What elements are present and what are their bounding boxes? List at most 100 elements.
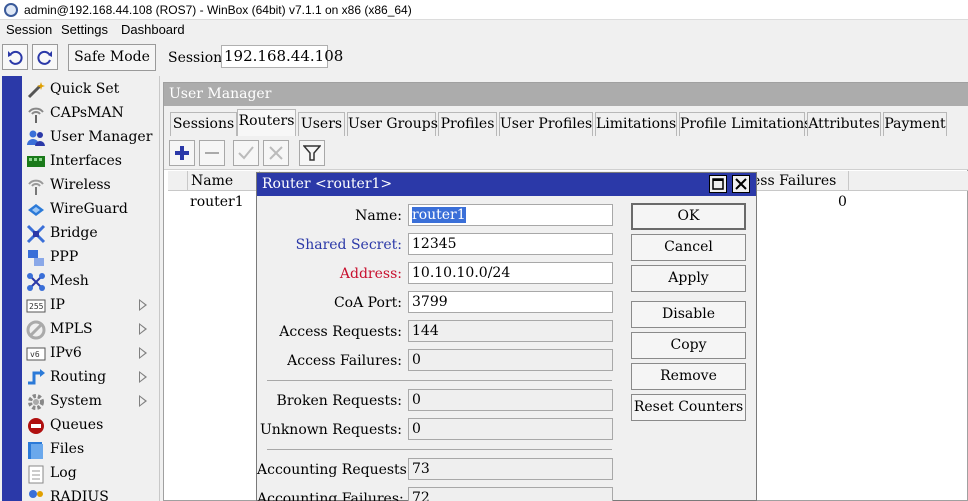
column-name[interactable]: Name bbox=[188, 171, 260, 191]
files-icon bbox=[28, 442, 43, 459]
sidebar-item-files[interactable]: Files bbox=[22, 438, 160, 462]
close-icon bbox=[735, 178, 747, 190]
name-label: Name: bbox=[355, 208, 402, 224]
mpls-icon bbox=[26, 320, 46, 340]
sidebar-item-interfaces[interactable]: Interfaces bbox=[22, 150, 160, 174]
tab-user-profiles[interactable]: User Profiles bbox=[499, 112, 593, 136]
sidebar-item-user-manager[interactable]: User Manager bbox=[22, 126, 160, 150]
sidebar-item-capsman[interactable]: CAPsMAN bbox=[22, 102, 160, 126]
apply-button[interactable]: Apply bbox=[631, 265, 746, 292]
submenu-arrow-icon bbox=[139, 323, 147, 335]
disable-button[interactable] bbox=[263, 140, 289, 166]
cancel-button[interactable]: Cancel bbox=[631, 234, 746, 261]
separator bbox=[267, 380, 612, 381]
copy-button[interactable]: Copy bbox=[631, 332, 746, 359]
maximize-button[interactable] bbox=[709, 175, 727, 193]
sidebar-menu: Quick Set CAPsMAN User Manager Interface… bbox=[22, 76, 160, 501]
sidebar-item-bridge[interactable]: Bridge bbox=[22, 222, 160, 246]
safe-mode-button[interactable]: Safe Mode bbox=[68, 44, 156, 71]
tab-users[interactable]: Users bbox=[298, 112, 345, 136]
menu-session[interactable]: Session bbox=[6, 20, 52, 40]
maximize-icon bbox=[712, 178, 724, 190]
interfaces-icon bbox=[27, 156, 45, 167]
tab-sessions[interactable]: Sessions bbox=[170, 112, 237, 136]
router-dialog: Router <router1> Name: router1 Shared Se… bbox=[256, 172, 757, 501]
remove-button[interactable] bbox=[199, 140, 225, 166]
router-dialog-title: Router <router1> bbox=[257, 173, 756, 196]
close-button[interactable] bbox=[732, 175, 750, 193]
plus-icon bbox=[175, 146, 189, 160]
access-failures-label: Access Failures: bbox=[287, 353, 402, 369]
shared-secret-field[interactable]: 12345 bbox=[408, 233, 613, 255]
sidebar-item-system[interactable]: System bbox=[22, 390, 160, 414]
sidebar-item-mpls[interactable]: MPLS bbox=[22, 318, 160, 342]
accounting-requests-label: Accounting Requests: bbox=[257, 462, 412, 478]
wireguard-icon bbox=[28, 204, 44, 216]
menu-settings[interactable]: Settings bbox=[61, 20, 108, 40]
sidebar-item-queues[interactable]: Queues bbox=[22, 414, 160, 438]
tab-limitations[interactable]: Limitations bbox=[595, 112, 677, 136]
sidebar-item-routing[interactable]: Routing bbox=[22, 366, 160, 390]
access-requests-value: 144 bbox=[408, 320, 613, 342]
sidebar-item-ipv6[interactable]: v6 IPv6 bbox=[22, 342, 160, 366]
sidebar-item-wireless[interactable]: Wireless bbox=[22, 174, 160, 198]
filter-button[interactable] bbox=[299, 140, 325, 166]
winbox-vertical-strip bbox=[0, 76, 22, 501]
log-icon bbox=[28, 465, 44, 484]
broken-requests-value: 0 bbox=[408, 389, 613, 411]
sidebar-label: User Manager bbox=[50, 129, 153, 145]
tab-routers[interactable]: Routers bbox=[237, 109, 296, 137]
tab-attributes[interactable]: Attributes bbox=[807, 112, 881, 136]
winbox-app-icon bbox=[4, 3, 18, 17]
user-manager-tabs: Sessions Routers Users User Groups Profi… bbox=[164, 106, 968, 137]
tab-payment[interactable]: Payment bbox=[883, 112, 947, 136]
tab-profile-limitations[interactable]: Profile Limitations bbox=[679, 112, 811, 136]
tab-profiles[interactable]: Profiles bbox=[438, 112, 497, 136]
sidebar-item-log[interactable]: Log bbox=[22, 462, 160, 486]
reset-counters-button[interactable]: Reset Counters bbox=[631, 394, 746, 421]
accounting-failures-label: Accounting Failures: bbox=[257, 491, 404, 501]
wireless-icon bbox=[28, 179, 44, 195]
submenu-arrow-icon bbox=[139, 371, 147, 383]
menu-bar: Session Settings Dashboard bbox=[0, 20, 968, 40]
coa-port-field[interactable]: 3799 bbox=[408, 291, 613, 313]
enable-button[interactable] bbox=[233, 140, 259, 166]
ip-icon: 255 bbox=[26, 299, 46, 313]
name-field[interactable]: router1 bbox=[408, 204, 613, 226]
bridge-icon bbox=[26, 224, 46, 244]
add-button[interactable] bbox=[169, 140, 195, 166]
column-access-failures[interactable]: ess Failures bbox=[749, 171, 849, 191]
sidebar-label: Routing bbox=[50, 369, 107, 385]
unknown-requests-value: 0 bbox=[408, 418, 613, 440]
ok-button[interactable]: OK bbox=[631, 203, 746, 230]
sidebar-label: IPv6 bbox=[50, 345, 82, 361]
capsman-icon bbox=[28, 107, 44, 123]
window-title: admin@192.168.44.108 (ROS7) - WinBox (64… bbox=[24, 3, 412, 17]
access-requests-label: Access Requests: bbox=[279, 324, 402, 340]
accounting-failures-value: 72 bbox=[408, 487, 613, 501]
submenu-arrow-icon bbox=[139, 347, 147, 359]
gear-icon bbox=[28, 394, 44, 410]
sidebar-item-wireguard[interactable]: WireGuard bbox=[22, 198, 160, 222]
sidebar-item-ppp[interactable]: PPP bbox=[22, 246, 160, 270]
accounting-requests-value: 73 bbox=[408, 458, 613, 480]
sidebar-item-quick-set[interactable]: Quick Set bbox=[22, 78, 160, 102]
sidebar-item-mesh[interactable]: Mesh bbox=[22, 270, 160, 294]
address-field[interactable]: 10.10.10.0/24 bbox=[408, 262, 613, 284]
sidebar-item-ip[interactable]: 255 IP bbox=[22, 294, 160, 318]
sidebar-label: Interfaces bbox=[50, 153, 122, 169]
remove-router-button[interactable]: Remove bbox=[631, 363, 746, 390]
redo-button[interactable] bbox=[32, 44, 58, 70]
disable-router-button[interactable]: Disable bbox=[631, 301, 746, 328]
queues-icon bbox=[28, 418, 44, 434]
svg-text:255: 255 bbox=[29, 302, 44, 311]
menu-dashboard[interactable]: Dashboard bbox=[121, 20, 185, 40]
sidebar-label: CAPsMAN bbox=[50, 105, 124, 121]
session-address-field[interactable]: 192.168.44.108 bbox=[221, 45, 343, 68]
sidebar-item-radius[interactable]: RADIUS bbox=[22, 486, 160, 501]
router-dialog-title-text: Router <router1> bbox=[262, 176, 393, 192]
sidebar-label: RADIUS bbox=[50, 489, 109, 501]
tab-user-groups[interactable]: User Groups bbox=[347, 112, 438, 136]
undo-button[interactable] bbox=[2, 44, 28, 70]
sidebar-label: Bridge bbox=[50, 225, 98, 241]
